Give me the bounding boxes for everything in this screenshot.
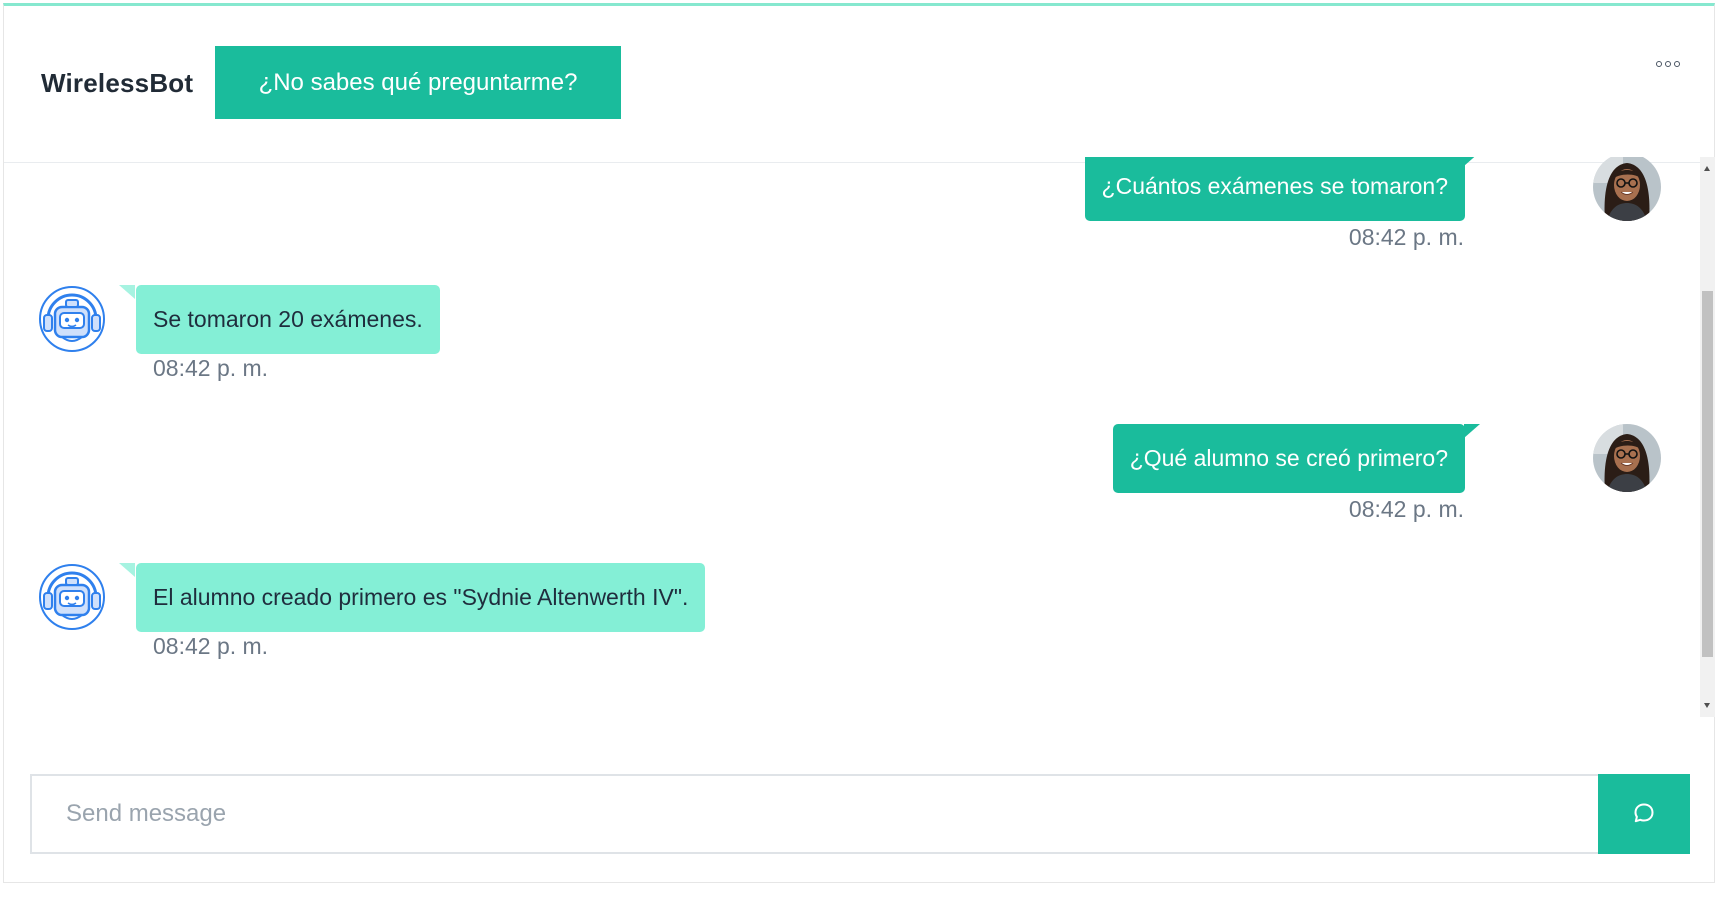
message-time: 08:42 p. m. <box>1348 224 1464 250</box>
message-bot: El alumno creado primero es "Sydnie Alte… <box>0 563 1700 673</box>
bubble-tail <box>119 563 135 577</box>
message-input[interactable] <box>30 774 1600 854</box>
message-composer <box>30 774 1690 854</box>
message-bubble: El alumno creado primero es "Sydnie Alte… <box>136 563 706 632</box>
scroll-up-arrow-icon[interactable] <box>1704 166 1710 171</box>
suggestions-button[interactable]: ¿No sabes qué preguntarme? <box>215 46 621 119</box>
message-time: 08:42 p. m. <box>153 633 269 659</box>
brand-title: WirelessBot <box>41 68 194 98</box>
user-avatar <box>1593 424 1661 492</box>
bubble-tail <box>119 285 135 299</box>
bot-avatar-icon <box>38 563 106 631</box>
chat-header: WirelessBot ¿No sabes qué preguntarme? <box>4 6 1714 163</box>
bubble-tail <box>1464 424 1480 438</box>
message-bubble: ¿Cuántos exámenes se tomaron? <box>1084 157 1465 221</box>
bot-avatar-icon <box>38 285 106 353</box>
chat-bubble-icon <box>1632 801 1656 828</box>
message-bubble: ¿Qué alumno se creó primero? <box>1112 424 1465 493</box>
bubble-tail <box>1464 157 1480 166</box>
scroll-thumb[interactable] <box>1702 291 1713 657</box>
send-button[interactable] <box>1598 774 1690 854</box>
more-options-icon[interactable] <box>1656 58 1682 70</box>
message-bubble: Se tomaron 20 exámenes. <box>136 285 440 354</box>
message-time: 08:42 p. m. <box>153 355 269 381</box>
message-user: ¿Qué alumno se creó primero? 08:42 p. m. <box>0 424 1700 534</box>
scroll-down-arrow-icon[interactable] <box>1704 703 1710 708</box>
message-time: 08:42 p. m. <box>1348 496 1464 522</box>
message-bot: Se tomaron 20 exámenes. 08:42 p. m. <box>0 285 1700 395</box>
user-avatar <box>1593 157 1661 221</box>
message-user: ¿Cuántos exámenes se tomaron? 08:42 p. m… <box>0 157 1700 267</box>
message-list: ¿Cuántos exámenes se tomaron? 08:42 p. m… <box>0 157 1700 717</box>
messages-scrollbar[interactable] <box>1700 157 1715 717</box>
